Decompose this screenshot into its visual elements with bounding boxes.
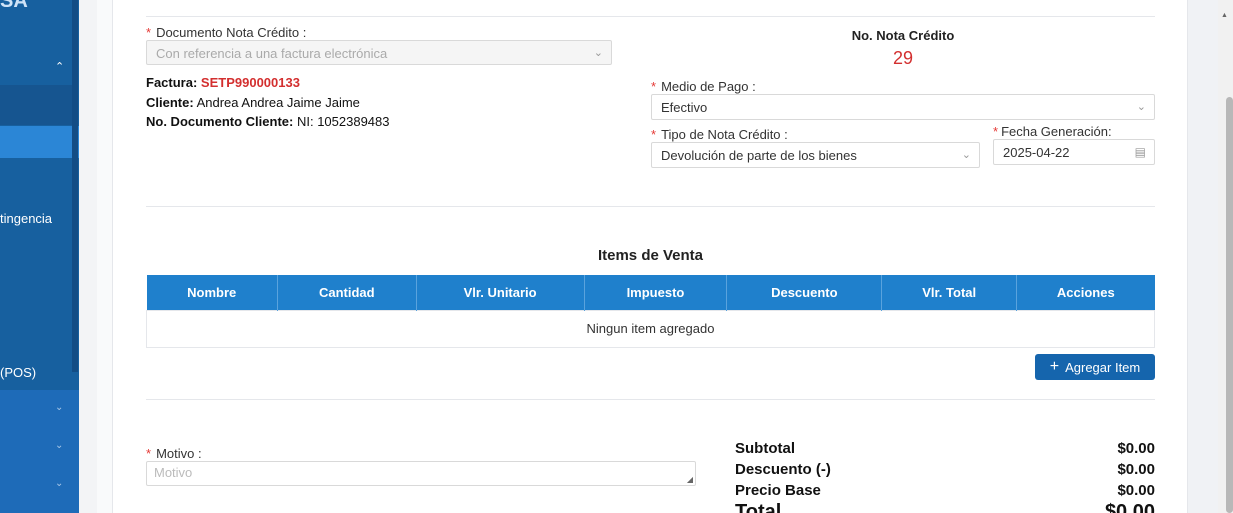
- nota-credito-title: No. Nota Crédito: [851, 28, 955, 43]
- chevron-down-icon: ⌄: [961, 149, 971, 161]
- sidebar-item-pos[interactable]: (POS): [0, 365, 36, 380]
- col-vlr-unitario: Vlr. Unitario: [416, 275, 585, 310]
- precio-base-label: Precio Base: [735, 482, 821, 499]
- col-cantidad: Cantidad: [277, 275, 417, 310]
- chevron-down-icon[interactable]: ⌄: [55, 440, 63, 451]
- col-descuento: Descuento: [726, 275, 883, 310]
- chevron-down-icon[interactable]: ⌄: [55, 402, 63, 413]
- nota-credito-number: 29: [892, 48, 914, 68]
- items-table: Nombre Cantidad Vlr. Unitario Impuesto D…: [146, 275, 1155, 348]
- scrollbar-thumb[interactable]: [1226, 97, 1233, 513]
- empty-message: Ningun item agregado: [146, 309, 1155, 348]
- documento-select[interactable]: Con referencia a una factura electrónica…: [146, 40, 612, 65]
- calendar-icon: ▤: [1134, 145, 1146, 159]
- descuento-value: $0.00: [1117, 461, 1155, 478]
- outer-card-edge: [97, 0, 113, 513]
- sidebar: SA ⌃ tingencia (POS) ⌄ ⌄ ⌄: [0, 0, 79, 513]
- factura-info: Factura: SETP990000133: [146, 75, 300, 90]
- motivo-label: * Motivo :: [146, 446, 202, 461]
- scroll-up-icon[interactable]: ▲: [1221, 12, 1228, 19]
- table-header-row: Nombre Cantidad Vlr. Unitario Impuesto D…: [146, 275, 1155, 310]
- documento-label: * Documento Nota Crédito :: [146, 25, 307, 40]
- top-divider: [146, 16, 1155, 17]
- chevron-down-icon: ⌄: [1136, 101, 1146, 113]
- chevron-down-icon[interactable]: ⌄: [55, 478, 63, 489]
- items-title: Items de Venta: [597, 247, 704, 264]
- medio-pago-label: * Medio de Pago :: [651, 79, 756, 94]
- logo: SA: [0, 0, 28, 12]
- resize-handle-icon[interactable]: ◢: [687, 475, 693, 484]
- sidebar-item-contingencia[interactable]: tingencia: [0, 211, 52, 226]
- col-acciones: Acciones: [1016, 275, 1155, 310]
- sidebar-item-active[interactable]: [0, 126, 79, 158]
- subtotal-value: $0.00: [1117, 440, 1155, 457]
- fecha-input[interactable]: 2025-04-22 ▤: [993, 139, 1155, 165]
- fecha-label: * Fecha Generación:: [993, 124, 1112, 139]
- col-impuesto: Impuesto: [584, 275, 728, 310]
- sidebar-top-section: [0, 0, 79, 390]
- documento-cliente-info: No. Documento Cliente: NI: 1052389483: [146, 114, 390, 129]
- section-divider: [146, 206, 1155, 207]
- chevron-up-icon[interactable]: ⌃: [55, 60, 64, 73]
- add-item-button[interactable]: + Agregar Item: [1035, 354, 1155, 380]
- subtotal-label: Subtotal: [735, 440, 795, 457]
- sidebar-scrollbar[interactable]: [72, 0, 78, 372]
- medio-pago-select[interactable]: Efectivo ⌄: [651, 94, 1155, 120]
- bottom-divider: [146, 399, 1155, 400]
- col-vlr-total: Vlr. Total: [881, 275, 1018, 310]
- plus-icon: +: [1049, 358, 1060, 375]
- page-background: [79, 0, 97, 513]
- total-value: $0.00: [1104, 501, 1155, 513]
- precio-base-value: $0.00: [1117, 482, 1155, 499]
- cliente-info: Cliente: Andrea Andrea Jaime Jaime: [146, 95, 360, 110]
- total-label: Total: [735, 501, 782, 513]
- tipo-nota-select[interactable]: Devolución de parte de los bienes ⌄: [651, 142, 980, 168]
- motivo-textarea[interactable]: Motivo ◢: [146, 461, 696, 486]
- tipo-nota-label: * Tipo de Nota Crédito :: [651, 127, 788, 142]
- col-nombre: Nombre: [146, 275, 278, 310]
- descuento-label: Descuento (-): [735, 461, 831, 478]
- chevron-down-icon: ⌄: [593, 47, 603, 59]
- table-row: Ningun item agregado: [146, 309, 1155, 348]
- sidebar-submenu: [0, 85, 72, 125]
